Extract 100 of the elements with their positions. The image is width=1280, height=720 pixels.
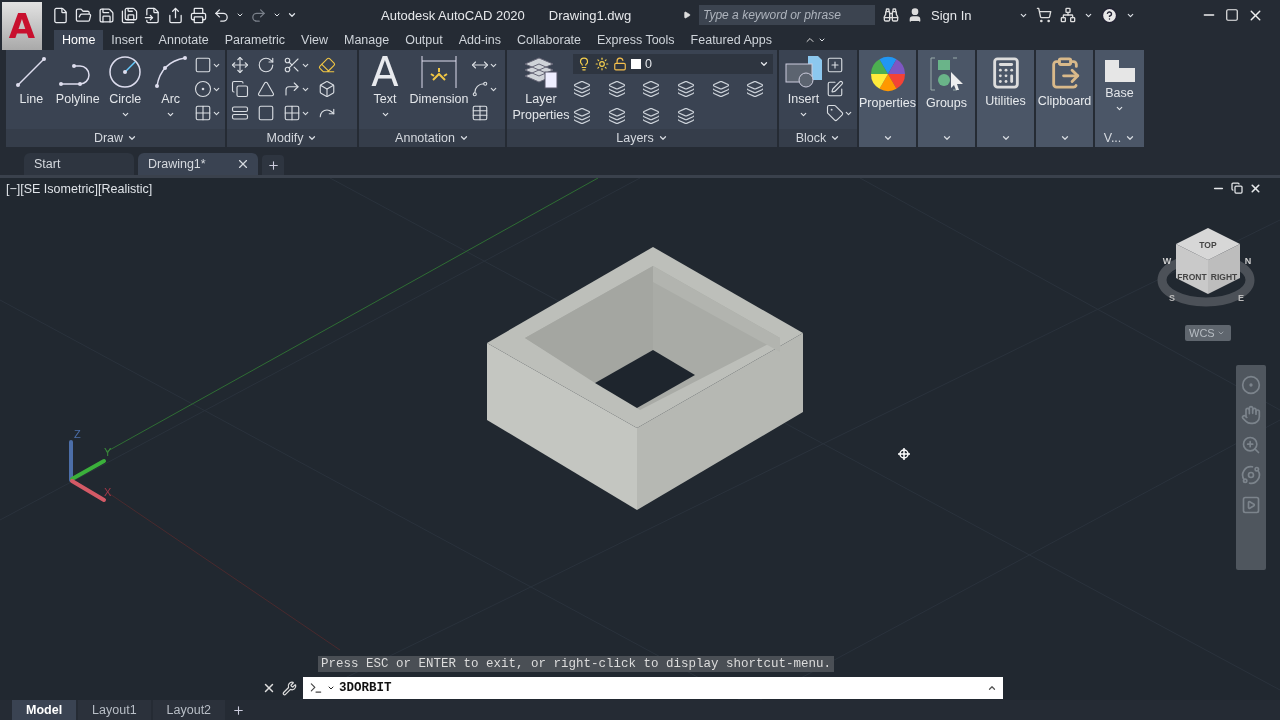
ribbon-tab[interactable]: Insert <box>103 30 151 50</box>
viewcube-label[interactable]: TOP <box>1199 240 1217 250</box>
cube-icon[interactable] <box>318 80 336 98</box>
ribbon-tool-button[interactable]: A Text <box>363 54 407 119</box>
viewcube-label[interactable]: RIGHT <box>1210 272 1238 282</box>
layer-dropdown[interactable]: 0 <box>573 54 773 74</box>
ribbon-tab[interactable]: Add-ins <box>450 30 510 50</box>
layout-tab[interactable]: Layout2 <box>152 700 226 720</box>
eraser-icon[interactable] <box>318 56 336 74</box>
maximize-icon[interactable] <box>1225 8 1239 22</box>
compass-label[interactable]: E <box>1238 293 1244 303</box>
layers-icon[interactable] <box>711 80 730 98</box>
caret-icon[interactable] <box>236 11 244 19</box>
cart-icon[interactable] <box>1036 7 1052 23</box>
layers-icon[interactable] <box>573 107 591 125</box>
layers-icon[interactable] <box>677 80 695 98</box>
copy-icon[interactable] <box>231 80 249 98</box>
share-icon[interactable] <box>167 6 184 24</box>
panel-title[interactable]: Modify <box>227 129 357 147</box>
panel-title[interactable]: Block <box>779 129 857 147</box>
panel-title[interactable]: Annotation <box>359 129 505 147</box>
array-icon[interactable] <box>283 104 301 122</box>
ribbon-tab[interactable]: Collaborate <box>509 30 589 50</box>
panel-title[interactable]: Layers <box>507 129 777 147</box>
mirror-icon[interactable] <box>257 80 275 98</box>
caret-icon[interactable] <box>327 684 335 692</box>
ribbon-tab[interactable]: Featured Apps <box>682 30 780 50</box>
viewcube-drawing[interactable] <box>1176 228 1240 294</box>
layers-icon[interactable] <box>607 80 626 98</box>
caret-icon[interactable] <box>307 133 318 143</box>
layout-tab[interactable]: Model <box>12 700 77 720</box>
caret-icon[interactable] <box>759 59 769 69</box>
leader-icon[interactable] <box>471 80 489 98</box>
ribbon-tab[interactable]: Parametric <box>216 30 294 50</box>
ribbon-tab[interactable]: Annotate <box>150 30 217 50</box>
new-tab-button[interactable] <box>262 155 284 175</box>
ribbon-tool-button[interactable]: Base <box>1099 54 1140 113</box>
history-caret-icon[interactable] <box>987 683 997 693</box>
compass-label[interactable]: W <box>1162 256 1172 266</box>
caret-icon[interactable] <box>657 133 668 143</box>
ellipse-icon[interactable] <box>194 80 212 98</box>
help-icon[interactable] <box>1101 6 1118 24</box>
panel-title[interactable]: Draw <box>6 129 225 147</box>
collapsed-panel-button[interactable]: Properties <box>859 50 916 129</box>
move-icon[interactable] <box>231 56 249 74</box>
layers-icon[interactable] <box>642 107 661 125</box>
network-icon[interactable] <box>1060 7 1076 23</box>
ribbon-tab[interactable]: View <box>293 30 336 50</box>
ribbon-tool-button[interactable]: Layer Properties <box>511 54 571 124</box>
collapsed-panel-button[interactable]: Groups <box>918 50 975 129</box>
hatch-icon[interactable] <box>194 104 212 122</box>
rotate-icon[interactable] <box>257 56 275 74</box>
ribbon-tool-button[interactable]: Dimension <box>409 54 469 108</box>
save-icon[interactable] <box>98 6 115 24</box>
save-as-icon[interactable] <box>121 6 138 24</box>
layout-tab[interactable]: Layout1 <box>78 700 151 720</box>
collapsed-panel-button[interactable]: Utilities <box>977 50 1034 129</box>
viewport-label[interactable]: [−][SE Isometric][Realistic] <box>6 182 153 196</box>
new-file-icon[interactable] <box>52 6 69 24</box>
file-tab[interactable]: Start <box>24 153 134 175</box>
rectangle-icon[interactable] <box>194 56 212 74</box>
command-line-field[interactable]: 3DORBIT <box>303 677 1003 699</box>
table-icon[interactable] <box>471 104 489 122</box>
close-icon[interactable] <box>1249 182 1262 195</box>
file-tab[interactable]: Drawing1* <box>138 153 258 175</box>
wrench-icon[interactable] <box>282 680 297 696</box>
restore-icon[interactable] <box>1231 182 1243 194</box>
ribbon-tool-button[interactable]: Circle <box>102 54 148 119</box>
ribbon-tool-button[interactable]: Arc <box>149 54 192 119</box>
sign-in-button[interactable]: Sign In <box>931 7 1011 23</box>
ribbon-tool-button[interactable]: Insert <box>783 54 824 119</box>
ribbon-tab[interactable]: Express Tools <box>589 30 683 50</box>
print-icon[interactable] <box>190 6 207 24</box>
undo-icon[interactable] <box>213 6 230 24</box>
create-block-icon[interactable] <box>826 56 844 74</box>
collapsed-panel-button[interactable]: Clipboard <box>1036 50 1093 129</box>
ribbon-tab[interactable]: Output <box>397 30 451 50</box>
ribbon-tab[interactable]: Home <box>54 30 104 50</box>
redo-icon[interactable] <box>250 6 267 24</box>
ribbon-tool-button[interactable]: Line <box>10 54 53 108</box>
binoculars-icon[interactable] <box>883 7 899 23</box>
attribute-icon[interactable] <box>826 104 844 122</box>
caret-icon[interactable] <box>458 133 469 143</box>
caret-icon[interactable] <box>817 36 826 44</box>
caret-icon[interactable] <box>127 133 138 143</box>
layers-icon[interactable] <box>746 80 765 98</box>
scissors-icon[interactable] <box>283 56 301 74</box>
compass-label[interactable]: S <box>1169 293 1175 303</box>
layers-icon[interactable] <box>607 107 626 125</box>
layers-icon[interactable] <box>642 80 661 98</box>
ribbon-tab[interactable]: Manage <box>335 30 398 50</box>
ribbon-tool-button[interactable]: Polyline <box>54 54 101 108</box>
compass-label[interactable]: N <box>1244 256 1252 266</box>
expand-arrow-icon[interactable] <box>683 11 691 19</box>
close-tab-icon[interactable] <box>236 157 250 171</box>
search-field[interactable]: Type a keyword or phrase <box>699 5 875 25</box>
viewcube-label[interactable]: FRONT <box>1177 272 1207 282</box>
open-folder-icon[interactable] <box>75 6 92 24</box>
layers-icon[interactable] <box>573 80 591 98</box>
caret-icon[interactable] <box>830 133 841 143</box>
